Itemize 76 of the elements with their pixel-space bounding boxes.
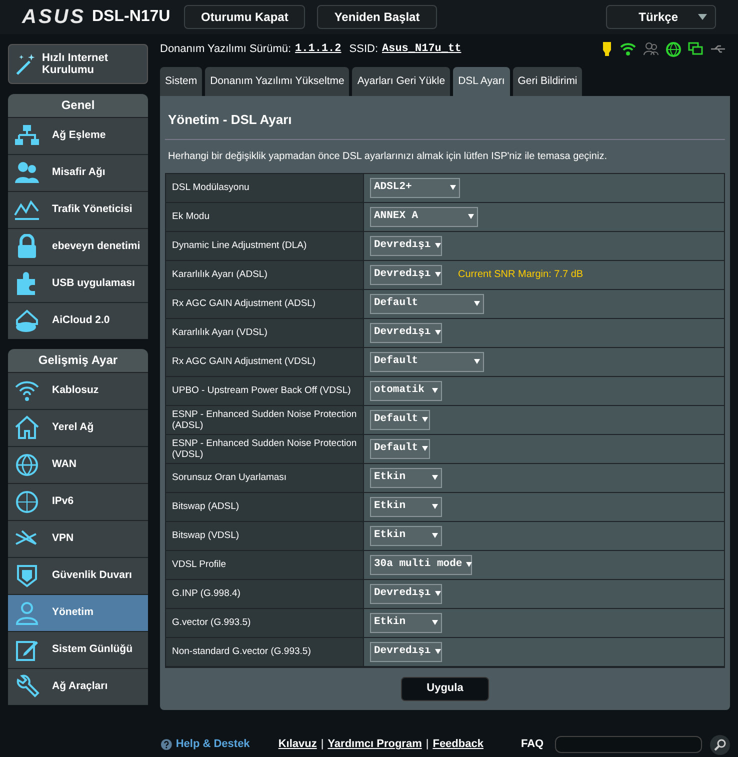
setting-label: Kararlılık Ayarı (ADSL) [166,260,364,288]
select-field[interactable]: Devredışı [370,322,442,342]
tab[interactable]: Ayarları Geri Yükle [352,67,450,96]
ssid-link[interactable]: Asus_N17u_tt [382,40,462,58]
setting-label: Ek Modu [166,202,364,230]
select-field[interactable]: Etkin [370,612,442,632]
tab[interactable]: DSL Ayarı [453,67,510,96]
setting-label: G.vector (G.993.5) [166,608,364,636]
footer-link[interactable]: Feedback [432,736,484,753]
tab[interactable]: Donanım Yazılımı Yükseltme [205,67,350,96]
sidebar-item[interactable]: Yönetim [8,594,148,631]
firmware-link[interactable]: 1.1.1.2 [295,40,342,58]
header-button[interactable]: Oturumu Kapat [184,5,306,29]
sidebar-item[interactable]: Güvenlik Duvarı [8,557,148,594]
separator: | [320,737,324,752]
snr-note: Current SNR Margin: 7.7 dB [458,268,584,282]
sidebar-item[interactable]: Kablosuz [8,372,148,409]
select-field[interactable]: ANNEX A [370,206,478,226]
select-field[interactable]: Default [370,410,430,430]
sidebar-item[interactable]: AiCloud 2.0 [8,302,148,339]
select-field[interactable]: Etkin [370,496,442,516]
select-field[interactable]: Etkin [370,526,442,546]
setting-label: Rx AGC GAIN Adjustment (ADSL) [166,290,364,318]
select-field[interactable]: Devredışı [370,584,442,604]
select-field[interactable]: Default [370,294,484,314]
setting-label: VDSL Profile [166,550,364,578]
sidebar-item[interactable]: Trafik Yöneticisi [8,191,148,228]
description: Herhangi bir değişiklik yapmadan önce DSL ayarlarınızı almak için lütfen ISP'niz ile temasa geçiniz. [167,150,608,164]
select-field[interactable]: ADSL2+ [370,178,460,198]
setting-label: Rx AGC GAIN Adjustment (VDSL) [166,348,364,376]
setting-label: ESNP - Enhanced Sudden Noise Protection (VDSL) [166,434,364,462]
sidebar-item[interactable]: Ağ Eşleme [8,117,148,154]
setting-label: Non-standard G.vector (G.993.5) [166,638,364,666]
sidebar-item[interactable]: Yerel Ağ [8,409,148,446]
sidebar-item[interactable]: WAN [8,446,148,483]
sidebar-item[interactable]: IPv6 [8,483,148,520]
separator: | [426,737,429,752]
help-link[interactable]: Help & Destek [176,736,264,753]
setting-label: Kararlılık Ayarı (VDSL) [166,318,364,346]
setting-label: G.INP (G.998.4) [166,580,364,608]
sidebar-item[interactable]: VPN [8,520,148,557]
select-field[interactable]: Devredışı [370,236,442,256]
select-field[interactable]: Default [370,352,484,372]
sidebar-item[interactable]: Misafir Ağı [8,154,148,191]
faq-label: FAQ [521,737,544,752]
tab[interactable]: Sistem [160,67,202,96]
quick-setup-button[interactable]: Hızlı Internet Kurulumu [8,44,148,84]
section-header: Genel [8,94,148,117]
ssid-label: SSID: [349,42,378,57]
setting-label: Dynamic Line Adjustment (DLA) [166,232,364,260]
select-field[interactable]: otomatik [370,380,442,400]
language-select[interactable]: Türkçe [606,5,716,29]
setting-label: Bitswap (ADSL) [166,492,364,520]
section-header: Gelişmiş Ayar [8,349,148,372]
apply-button[interactable]: Uygula [401,676,489,700]
select-field[interactable]: Etkin [370,468,442,488]
panel-title: Yönetim - DSL Ayarı [165,96,725,140]
setting-label: DSL Modülasyonu [166,174,364,202]
model-name: DSL-N17U [92,7,172,27]
select-field[interactable]: 30a multi mode [370,554,472,574]
sidebar-item[interactable]: ebeveyn denetimi [8,228,148,265]
sidebar-item[interactable]: USB uygulaması [8,265,148,302]
header-button[interactable]: Yeniden Başlat [317,5,437,29]
firmware-label: Donanım Yazılımı Sürümü: [160,42,292,57]
tab[interactable]: Geri Bildirimi [512,67,582,96]
sidebar-item[interactable]: Sistem Günlüğü [8,631,148,668]
setting-label: ESNP - Enhanced Sudden Noise Protection (ADSL) [166,406,364,434]
setting-label: Bitswap (VDSL) [166,522,364,550]
footer-link[interactable]: Kılavuz [278,736,317,753]
setting-label: Sorunsuz Oran Uyarlaması [166,464,364,492]
select-field[interactable]: Default [370,438,430,458]
sidebar-item[interactable]: Ağ Araçları [8,668,148,705]
footer-link[interactable]: Yardımcı Program [328,736,422,753]
select-field[interactable]: Devredışı [370,264,442,284]
select-field[interactable]: Devredışı [370,642,442,662]
setting-label: UPBO - Upstream Power Back Off (VDSL) [166,376,364,404]
